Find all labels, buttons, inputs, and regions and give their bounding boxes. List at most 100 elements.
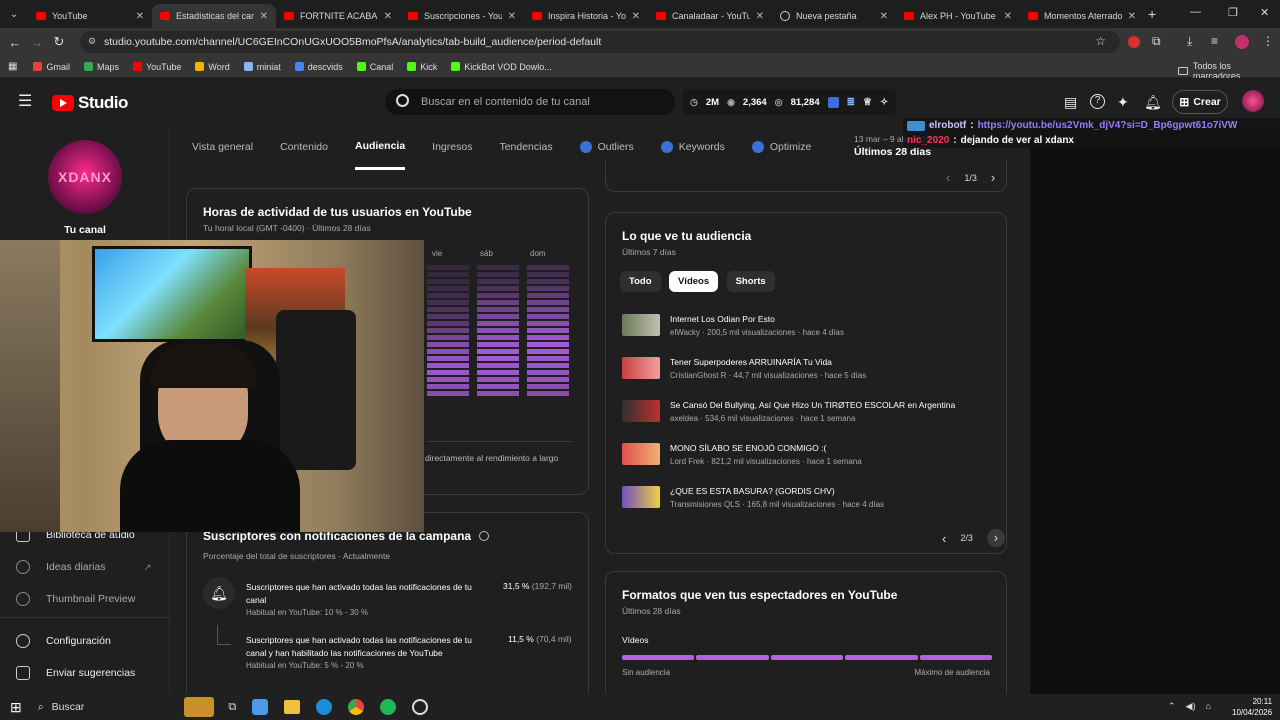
video-title[interactable]: Se Cansó Del Bullying, Así Que Hizo Un T… — [670, 400, 955, 410]
pager-next-icon[interactable]: › — [986, 529, 1005, 547]
bookmark-item[interactable]: Gmail — [33, 62, 70, 72]
profile-avatar[interactable] — [1235, 35, 1249, 49]
video-title[interactable]: Internet Los Odian Por Esto — [670, 314, 844, 324]
chrome-icon[interactable] — [348, 699, 365, 715]
store-icon[interactable] — [252, 699, 269, 715]
tray-chevron-icon[interactable]: ⌃ — [1168, 701, 1176, 712]
heatmap-cell[interactable] — [427, 342, 469, 347]
heatmap-cell[interactable] — [427, 293, 469, 298]
heatmap-cell[interactable] — [527, 391, 569, 396]
close-tab-icon[interactable]: ✕ — [260, 11, 268, 22]
sidebar-item-daily-ideas[interactable]: Ideas diarias ↗ — [16, 560, 152, 574]
heatmap-cell[interactable] — [527, 363, 569, 368]
list-icon[interactable]: ≣ — [847, 97, 855, 108]
heatmap-cell[interactable] — [527, 272, 569, 277]
download-icon[interactable]: ⤓ — [1187, 34, 1192, 49]
browser-tab[interactable]: Canaladaar - YouTub ✕ — [648, 4, 772, 28]
edge-icon[interactable] — [316, 699, 333, 715]
sidebar-item-thumbnail-preview[interactable]: Thumbnail Preview — [16, 592, 135, 606]
heatmap-cell[interactable] — [427, 300, 469, 305]
bookmark-item[interactable]: Maps — [83, 62, 119, 72]
heatmap-cell[interactable] — [427, 272, 469, 277]
tab-audiencia[interactable]: Audiencia — [354, 124, 406, 170]
extensions-icon[interactable]: ⧉ — [1152, 34, 1161, 49]
video-thumbnail[interactable] — [622, 314, 660, 336]
comments-icon[interactable]: ▤ — [1064, 94, 1077, 111]
heatmap-cell[interactable] — [477, 384, 519, 389]
heatmap-cell[interactable] — [527, 370, 569, 375]
heatmap-cell[interactable] — [477, 293, 519, 298]
heatmap-cell[interactable] — [527, 265, 569, 270]
new-tab-icon[interactable]: + — [1148, 6, 1156, 22]
browser-tab[interactable]: Estadísticas del canal ✕ — [152, 4, 276, 28]
minimize-icon[interactable]: — — [1190, 6, 1201, 18]
widget-icon[interactable] — [184, 697, 215, 717]
create-button[interactable]: ⊞ Crear — [1172, 90, 1228, 114]
close-tab-icon[interactable]: ✕ — [508, 11, 516, 22]
video-title[interactable]: MONO SÍLABO SE ENOJÓ CONMIGO :( — [670, 443, 862, 453]
bookmark-item[interactable]: descvids — [294, 62, 343, 72]
heatmap-cell[interactable] — [477, 300, 519, 305]
video-list-item[interactable]: MONO SÍLABO SE ENOJÓ CONMIGO :(Lord Frek… — [622, 443, 862, 466]
heatmap-cell[interactable] — [527, 349, 569, 354]
heatmap-cell[interactable] — [427, 335, 469, 340]
tab-vista-general[interactable]: Vista general — [192, 124, 253, 170]
video-list-item[interactable]: ¿QUE ES ESTA BASURA? (GORDIS CHV) Transmi… — [622, 486, 884, 509]
channel-stats-widget[interactable]: ◷ 2M ◉ 2,364 ◎ 81,284 ≣ ♕ ✧ — [682, 89, 896, 115]
notifications-bell-icon[interactable]: 🔔︎ — [1144, 94, 1162, 111]
video-title[interactable]: ¿QUE ES ESTA BASURA? (GORDIS CHV) — [670, 486, 884, 496]
extension-badge-icon[interactable] — [827, 96, 839, 108]
bookmark-item[interactable]: KickBot VOD Dowlo... — [451, 62, 552, 72]
video-list-item[interactable]: Tener Superpoderes ARRUINARÍA Tu Vida Cri… — [622, 357, 866, 380]
forward-icon[interactable]: → — [26, 35, 48, 50]
heatmap-cell[interactable] — [477, 286, 519, 291]
reload-icon[interactable]: ↻ — [48, 34, 70, 50]
heatmap-cell[interactable] — [527, 279, 569, 284]
sidebar-item-feedback[interactable]: Enviar sugerencias — [16, 666, 135, 680]
close-tab-icon[interactable]: ✕ — [632, 11, 640, 22]
hamburger-menu-icon[interactable]: ☰ — [18, 91, 32, 111]
taskbar-clock[interactable]: 20:11 10/04/2026 — [1232, 696, 1272, 718]
menu-icon[interactable]: ⋮ — [1262, 34, 1274, 48]
restore-icon[interactable]: ❐ — [1228, 6, 1238, 19]
heatmap-cell[interactable] — [527, 307, 569, 312]
tab-search-icon[interactable]: ⌄ — [0, 9, 28, 20]
heatmap-cell[interactable] — [527, 335, 569, 340]
media-icon[interactable]: ≡ — [1211, 34, 1218, 48]
heatmap-cell[interactable] — [527, 356, 569, 361]
heatmap-cell[interactable] — [427, 279, 469, 284]
heatmap-cell[interactable] — [427, 377, 469, 382]
heatmap-cell[interactable] — [427, 286, 469, 291]
site-info-icon[interactable]: ⚙ — [88, 36, 96, 47]
channel-avatar[interactable]: XDANX — [48, 140, 122, 214]
heatmap-cell[interactable] — [477, 307, 519, 312]
heatmap-cell[interactable] — [527, 300, 569, 305]
heatmap-cell[interactable] — [527, 328, 569, 333]
heatmap-cell[interactable] — [527, 321, 569, 326]
heatmap-cell[interactable] — [477, 342, 519, 347]
heatmap-cell[interactable] — [477, 328, 519, 333]
close-tab-icon[interactable]: ✕ — [1128, 11, 1136, 22]
browser-tab[interactable]: FORTNITE ACABA DE ✕ — [276, 4, 400, 28]
tab-ingresos[interactable]: Ingresos — [432, 124, 472, 170]
video-thumbnail[interactable] — [622, 443, 660, 465]
windows-start-icon[interactable]: ⊞ — [10, 699, 22, 716]
heatmap-cell[interactable] — [427, 370, 469, 375]
chip-shorts[interactable]: Shorts — [726, 271, 775, 292]
heatmap-cell[interactable] — [477, 356, 519, 361]
heatmap-cell[interactable] — [477, 265, 519, 270]
network-icon[interactable]: ⌂ — [1205, 701, 1210, 712]
trophy-icon[interactable]: ♕ — [863, 97, 872, 108]
heatmap-cell[interactable] — [427, 314, 469, 319]
pager-prev-icon[interactable]: ‹ — [946, 170, 950, 185]
close-tab-icon[interactable]: ✕ — [880, 11, 888, 22]
video-thumbnail[interactable] — [622, 486, 660, 508]
close-tab-icon[interactable]: ✕ — [1004, 11, 1012, 22]
bookmark-item[interactable]: Canal — [356, 62, 393, 72]
heatmap-cell[interactable] — [527, 384, 569, 389]
heatmap-cell[interactable] — [477, 335, 519, 340]
search-input[interactable]: Buscar en el contenido de tu canal — [385, 89, 675, 115]
sparkle-icon[interactable]: ✦ — [1117, 94, 1129, 111]
sidebar-item-settings[interactable]: Configuración — [16, 634, 111, 648]
heatmap-cell[interactable] — [427, 356, 469, 361]
